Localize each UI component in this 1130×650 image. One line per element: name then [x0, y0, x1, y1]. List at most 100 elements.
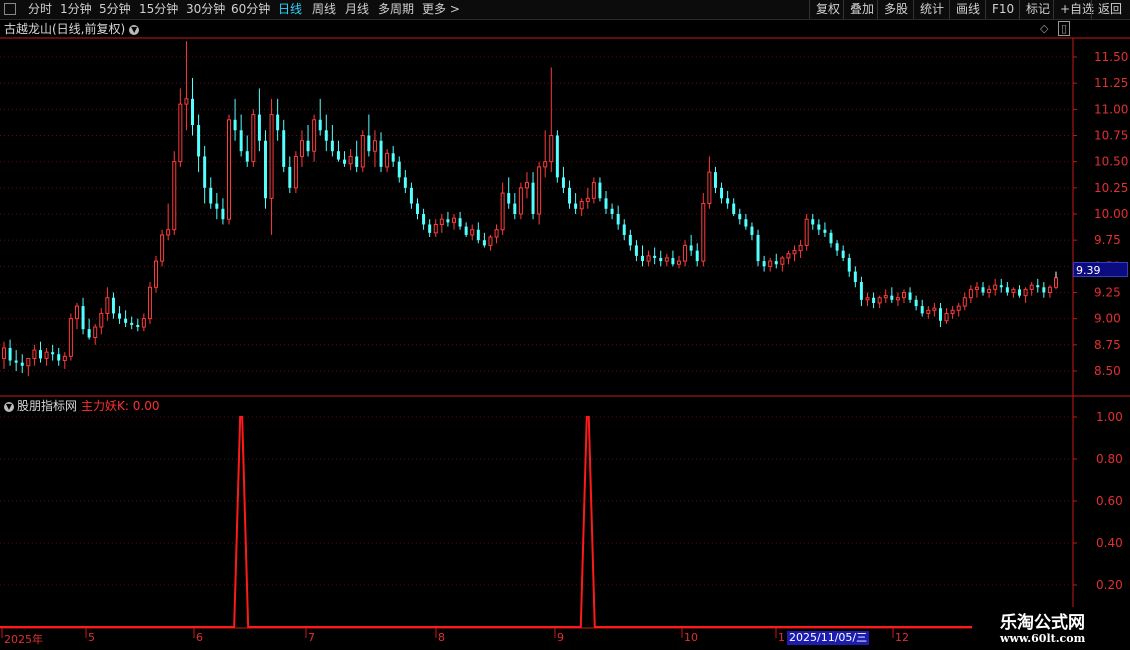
candle-body-down: [853, 271, 857, 283]
candle-body-down: [20, 362, 24, 366]
time-tick-label: 8: [438, 631, 445, 644]
candle-body-down: [428, 224, 432, 233]
candle-body-down: [744, 219, 748, 227]
candle-body-down: [616, 214, 620, 225]
time-tick-label: 7: [308, 631, 315, 644]
candle-body-down: [233, 119, 237, 131]
candle-body-down: [598, 182, 602, 199]
candle-body-down: [422, 214, 426, 225]
candle-body-down: [38, 350, 42, 359]
candle-body-up: [792, 250, 797, 255]
candle-body-down: [330, 140, 334, 152]
price-tick-label: 10.50: [1094, 155, 1128, 169]
candle-body-down: [458, 218, 462, 227]
candle-body-down: [191, 98, 195, 126]
candle-body-down: [288, 166, 292, 188]
candle-body-up: [2, 347, 6, 359]
candle-body-down: [695, 250, 699, 262]
candle-body-down: [306, 140, 310, 152]
candle-body-down: [464, 226, 468, 235]
candle-body-down: [938, 308, 942, 321]
candle-body-up: [44, 351, 49, 359]
candle-body-down: [367, 135, 371, 152]
candle-body-down: [245, 151, 249, 162]
candle-body-down: [823, 229, 827, 233]
candle-body-up: [962, 297, 967, 307]
price-tick-label: 11.00: [1094, 102, 1128, 116]
time-tick-label: 6: [196, 631, 203, 644]
candle-body-down: [574, 203, 578, 209]
selected-date-tag: 2025/11/05/三: [787, 631, 870, 645]
candle-body-down: [355, 156, 359, 167]
candle-body-up: [160, 234, 165, 262]
candle-body-up: [926, 309, 931, 314]
candle-body-down: [130, 322, 134, 325]
candle-body-up: [147, 286, 152, 320]
candle-body-down: [920, 306, 924, 314]
candle-body-down: [628, 234, 632, 246]
candle-body-down: [1036, 285, 1040, 288]
candle-body-down: [81, 306, 85, 330]
candle-body-down: [209, 187, 213, 204]
candle-body-up: [518, 187, 523, 215]
candle-body-up: [172, 161, 177, 231]
candle-body-down: [318, 119, 322, 131]
candle-body-down: [215, 203, 219, 209]
kline-chart[interactable]: 11.5011.2511.0010.7510.5010.2510.009.759…: [0, 0, 1130, 650]
time-tick-label: 5: [88, 631, 95, 644]
candle-body-down: [336, 151, 340, 160]
candle-body-up: [488, 236, 493, 246]
candle-body-up: [585, 197, 590, 202]
candle-body-down: [239, 130, 243, 152]
candle-body-up: [950, 309, 955, 314]
candle-body-down: [111, 297, 115, 314]
candle-body-up: [780, 257, 785, 265]
candle-body-up: [348, 155, 353, 165]
candle-body-up: [944, 312, 949, 322]
candle-body-down: [981, 287, 985, 293]
candle-body-down: [397, 161, 401, 178]
candle-body-down: [403, 177, 407, 188]
candle-body-down: [221, 208, 225, 220]
candle-body-down: [872, 297, 876, 303]
candle-body-down: [379, 140, 383, 167]
candle-body-up: [433, 223, 438, 234]
watermark-brand: 乐淘公式网: [1000, 613, 1085, 633]
candle-body-up: [99, 312, 104, 328]
candle-body-down: [555, 135, 559, 178]
candle-body-down: [811, 219, 815, 225]
candle-body-up: [312, 119, 317, 152]
candle-body-up: [701, 203, 706, 262]
candle-body-down: [622, 224, 626, 235]
candle-body-up: [385, 152, 390, 168]
price-tick-label: 8.75: [1094, 338, 1121, 352]
candle-body-up: [293, 155, 298, 189]
candle-body-down: [124, 318, 128, 323]
indicator-tick-label: 0.60: [1096, 494, 1123, 508]
candle-body-up: [299, 140, 304, 157]
candle-body-up: [178, 103, 183, 163]
candle-body-up: [543, 161, 548, 168]
candle-body-down: [671, 257, 675, 265]
price-tick-label: 11.25: [1094, 76, 1128, 90]
current-price-tag: 9.39: [1073, 262, 1128, 277]
time-tick-label: 9: [557, 631, 564, 644]
candle-body-up: [154, 260, 159, 288]
candle-body-up: [676, 260, 681, 265]
candle-body-down: [774, 261, 778, 265]
candle-body-down: [263, 140, 267, 199]
price-tick-label: 9.25: [1094, 286, 1121, 300]
candle-body-up: [500, 192, 505, 231]
candle-body-up: [439, 218, 444, 225]
candle-body-down: [756, 234, 760, 262]
candle-body-down: [282, 130, 286, 167]
candle-body-up: [451, 217, 456, 223]
candle-body-down: [634, 245, 638, 256]
candle-body-up: [895, 297, 900, 301]
candle-body-up: [62, 355, 67, 362]
candle-body-up: [932, 307, 937, 311]
candle-body-down: [640, 255, 644, 262]
candle-body-up: [184, 98, 189, 105]
candle-body-down: [659, 257, 663, 262]
time-tick-label: 2025年: [4, 633, 43, 646]
